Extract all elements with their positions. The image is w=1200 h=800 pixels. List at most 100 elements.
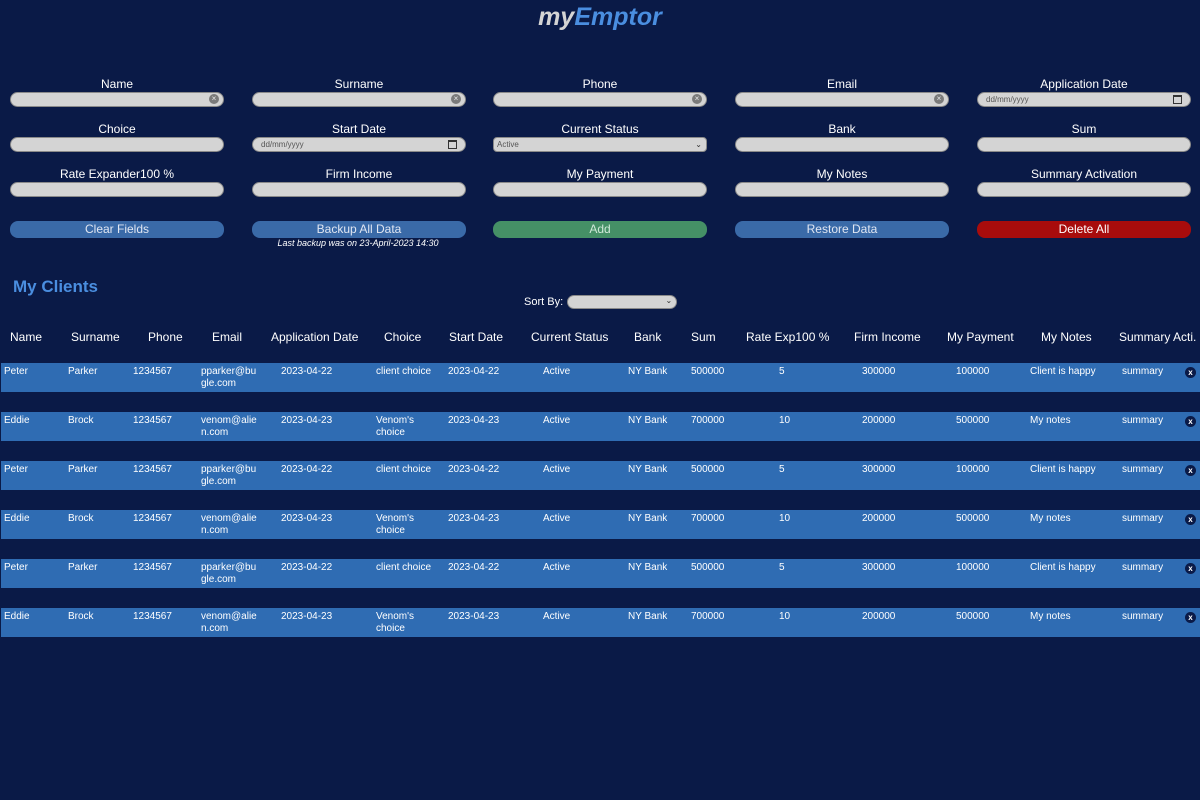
- column-header[interactable]: Rate Exp100 %: [746, 330, 829, 344]
- cell-phone: 1234567: [133, 611, 172, 622]
- cell-choice: client choice: [376, 464, 431, 476]
- delete-row-icon[interactable]: x: [1185, 563, 1196, 574]
- cell-choice: Venom's choice: [376, 611, 414, 635]
- cell-my-payment: 500000: [956, 513, 990, 524]
- clear-icon[interactable]: ×: [934, 94, 944, 104]
- cell-email: pparker@bu gle.com: [201, 562, 256, 586]
- cell-current-status: Active: [543, 464, 571, 475]
- clear-fields-button[interactable]: Clear Fields: [10, 221, 224, 238]
- cell-firm-income: 300000: [862, 562, 896, 573]
- column-header[interactable]: Bank: [634, 330, 661, 344]
- clear-icon[interactable]: ×: [451, 94, 461, 104]
- form-row-2: Choice Start Date dd/mm/yyyy Current Sta…: [0, 122, 1200, 158]
- column-header[interactable]: Surname: [71, 330, 120, 344]
- cell-choice-line-1: client choice: [376, 464, 432, 475]
- cell-bank: NY Bank: [628, 611, 668, 622]
- my-payment-field: My Payment: [493, 167, 707, 197]
- table-row[interactable]: Eddie Brock 1234567 venom@alie n.com 2023-04-…: [1, 412, 1200, 441]
- cell-name: Peter: [4, 562, 28, 573]
- form-row-1: Name × Surname × Phone × Email × Applica…: [0, 77, 1200, 113]
- cell-email-line-1: pparker@bu: [201, 366, 257, 377]
- phone-label: Phone: [582, 77, 618, 91]
- bank-input[interactable]: [735, 137, 949, 152]
- delete-row-icon[interactable]: x: [1185, 612, 1196, 623]
- column-header[interactable]: Application Date: [271, 330, 358, 344]
- table-row[interactable]: Eddie Brock 1234567 venom@alie n.com 2023-04-…: [1, 608, 1200, 637]
- cell-application-date: 2023-04-23: [281, 513, 333, 524]
- choice-input[interactable]: [10, 137, 224, 152]
- cell-summary: summary: [1122, 464, 1164, 475]
- cell-my-payment: 500000: [956, 611, 990, 622]
- column-header[interactable]: Firm Income: [854, 330, 921, 344]
- column-header[interactable]: Summary Acti.: [1119, 330, 1196, 344]
- calendar-icon[interactable]: [1173, 95, 1182, 104]
- clear-icon[interactable]: ×: [209, 94, 219, 104]
- application-date-input[interactable]: dd/mm/yyyy: [977, 92, 1191, 107]
- cell-phone: 1234567: [133, 513, 172, 524]
- table-row[interactable]: Eddie Brock 1234567 venom@alie n.com 2023-04-…: [1, 510, 1200, 539]
- cell-sum: 500000: [691, 464, 725, 475]
- name-input[interactable]: ×: [10, 92, 224, 107]
- sum-input[interactable]: [977, 137, 1191, 152]
- delete-row-icon[interactable]: x: [1185, 416, 1196, 427]
- restore-data-button[interactable]: Restore Data: [735, 221, 949, 238]
- cell-my-notes: My notes: [1030, 513, 1071, 524]
- cell-summary: summary: [1122, 562, 1164, 573]
- sort-select[interactable]: ⌄: [567, 295, 678, 309]
- cell-name: Peter: [4, 464, 28, 475]
- cell-application-date: 2023-04-22: [281, 464, 333, 475]
- my-notes-input[interactable]: [735, 182, 949, 197]
- rate-input[interactable]: [10, 182, 224, 197]
- surname-input[interactable]: ×: [252, 92, 466, 107]
- table-row[interactable]: Peter Parker 1234567 pparker@bu gle.com 2023-…: [1, 363, 1200, 392]
- surname-label: Surname: [334, 77, 384, 91]
- phone-field: Phone ×: [493, 77, 707, 107]
- logo-emptor: Emptor: [574, 3, 662, 31]
- cell-surname: Parker: [68, 366, 98, 377]
- column-header[interactable]: Choice: [384, 330, 421, 344]
- phone-input[interactable]: ×: [493, 92, 707, 107]
- summary-activation-input[interactable]: [977, 182, 1191, 197]
- column-header[interactable]: Phone: [148, 330, 183, 344]
- cell-email-line-1: venom@alie: [201, 415, 257, 426]
- cell-email: venom@alie n.com: [201, 415, 257, 439]
- rate-field: Rate Expander100 %: [10, 167, 224, 197]
- name-field: Name ×: [10, 77, 224, 107]
- firm-income-input[interactable]: [252, 182, 466, 197]
- column-header[interactable]: Current Status: [531, 330, 608, 344]
- cell-sum: 500000: [691, 562, 725, 573]
- column-header[interactable]: Start Date: [449, 330, 503, 344]
- delete-row-icon[interactable]: x: [1185, 367, 1196, 378]
- cell-choice: Venom's choice: [376, 415, 414, 439]
- cell-rate: 10: [779, 611, 791, 622]
- my-payment-input[interactable]: [493, 182, 707, 197]
- column-header[interactable]: Email: [212, 330, 242, 344]
- delete-row-icon[interactable]: x: [1185, 514, 1196, 525]
- delete-row-icon[interactable]: x: [1185, 465, 1196, 476]
- email-input[interactable]: ×: [735, 92, 949, 107]
- column-header[interactable]: Sum: [691, 330, 716, 344]
- cell-bank: NY Bank: [628, 464, 668, 475]
- add-button[interactable]: Add: [493, 221, 707, 238]
- application-date-label: Application Date: [1040, 77, 1128, 91]
- start-date-input[interactable]: dd/mm/yyyy: [252, 137, 466, 152]
- table-row[interactable]: Peter Parker 1234567 pparker@bu gle.com 2023-…: [1, 461, 1200, 490]
- cell-application-date: 2023-04-23: [281, 415, 333, 426]
- cell-my-notes: My notes: [1030, 611, 1071, 622]
- cell-phone: 1234567: [133, 366, 172, 377]
- cell-summary: summary: [1122, 611, 1164, 622]
- backup-all-data-button[interactable]: Backup All Data: [252, 221, 466, 238]
- table-row[interactable]: Peter Parker 1234567 pparker@bu gle.com 2023-…: [1, 559, 1200, 588]
- column-header[interactable]: My Notes: [1041, 330, 1092, 344]
- column-header[interactable]: Name: [10, 330, 42, 344]
- cell-choice-line-2: choice: [376, 427, 405, 438]
- delete-all-button[interactable]: Delete All: [977, 221, 1191, 238]
- current-status-select[interactable]: Active ⌄: [493, 137, 707, 152]
- current-status-label: Current Status: [561, 122, 639, 136]
- my-notes-label: My Notes: [816, 167, 868, 181]
- cell-email-line-1: pparker@bu: [201, 464, 257, 475]
- column-header[interactable]: My Payment: [947, 330, 1014, 344]
- clear-icon[interactable]: ×: [692, 94, 702, 104]
- calendar-icon[interactable]: [448, 140, 457, 149]
- cell-name: Eddie: [4, 611, 30, 622]
